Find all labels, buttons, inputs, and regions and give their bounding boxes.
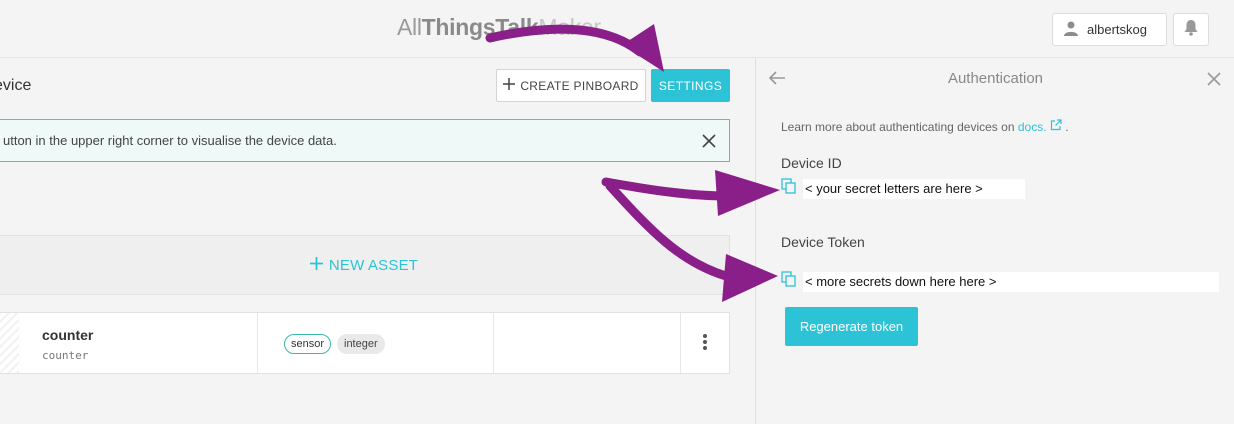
bell-icon (1183, 19, 1199, 41)
app-logo[interactable]: AllThingsTalkMaker (397, 14, 601, 41)
close-icon[interactable] (1206, 71, 1222, 92)
logo-part-all: All (397, 14, 422, 40)
device-main-area: evice CREATE PINBOARD SETTINGS utton in … (0, 58, 755, 424)
docs-link[interactable]: docs. (1018, 120, 1047, 134)
info-banner: utton in the upper right corner to visua… (0, 119, 730, 162)
plus-icon (309, 256, 323, 274)
docs-hint-suffix: . (1065, 120, 1069, 134)
user-icon (1063, 20, 1079, 39)
create-pinboard-button[interactable]: CREATE PINBOARD (496, 69, 646, 102)
column-divider (680, 313, 681, 373)
column-divider (257, 313, 258, 373)
new-asset-button[interactable]: NEW ASSET (0, 235, 730, 295)
device-id-row: < your secret letters are here > (781, 178, 1025, 199)
banner-text: utton in the upper right corner to visua… (3, 133, 337, 148)
more-options-icon[interactable] (702, 333, 708, 356)
docs-hint-text: Learn more about authenticating devices … (781, 120, 1015, 134)
copy-icon[interactable] (781, 178, 797, 199)
table-row[interactable]: counter counter sensor integer (0, 312, 730, 374)
device-token-row: < more secrets down here here > (781, 271, 1219, 292)
close-icon[interactable] (699, 131, 719, 154)
create-pinboard-label: CREATE PINBOARD (520, 78, 639, 93)
new-asset-label: NEW ASSET (328, 256, 419, 274)
docs-hint: Learn more about authenticating devices … (781, 119, 1069, 134)
asset-type-badge: integer (337, 334, 385, 354)
asset-drag-handle[interactable] (0, 313, 19, 373)
top-bar: AllThingsTalkMaker albertskog (0, 0, 1234, 58)
device-title: evice (0, 77, 32, 94)
regenerate-token-label: Regenerate token (799, 319, 904, 334)
logo-part-maker: Maker (538, 14, 601, 40)
device-token-label: Device Token (781, 234, 865, 250)
plus-icon (503, 78, 516, 93)
asset-name: counter (42, 327, 94, 343)
external-link-icon (1050, 119, 1065, 134)
asset-kind-badge: sensor (284, 334, 332, 354)
panel-title: Authentication (947, 70, 1044, 87)
user-menu-button[interactable]: albertskog (1052, 13, 1167, 46)
column-divider (493, 313, 494, 373)
asset-id: counter (42, 349, 89, 362)
regenerate-token-button[interactable]: Regenerate token (785, 307, 918, 346)
username-label: albertskog (1087, 22, 1147, 37)
notifications-button[interactable] (1173, 13, 1209, 46)
device-id-value[interactable]: < your secret letters are here > (803, 178, 1025, 199)
device-id-label: Device ID (781, 155, 842, 171)
settings-button[interactable]: SETTINGS (651, 69, 730, 102)
authentication-panel: Authentication Learn more about authenti… (755, 58, 1234, 424)
logo-part-thingstalk: ThingsTalk (421, 14, 539, 40)
settings-label: SETTINGS (658, 78, 723, 93)
device-token-value[interactable]: < more secrets down here here > (803, 271, 1219, 292)
copy-icon[interactable] (781, 271, 797, 292)
